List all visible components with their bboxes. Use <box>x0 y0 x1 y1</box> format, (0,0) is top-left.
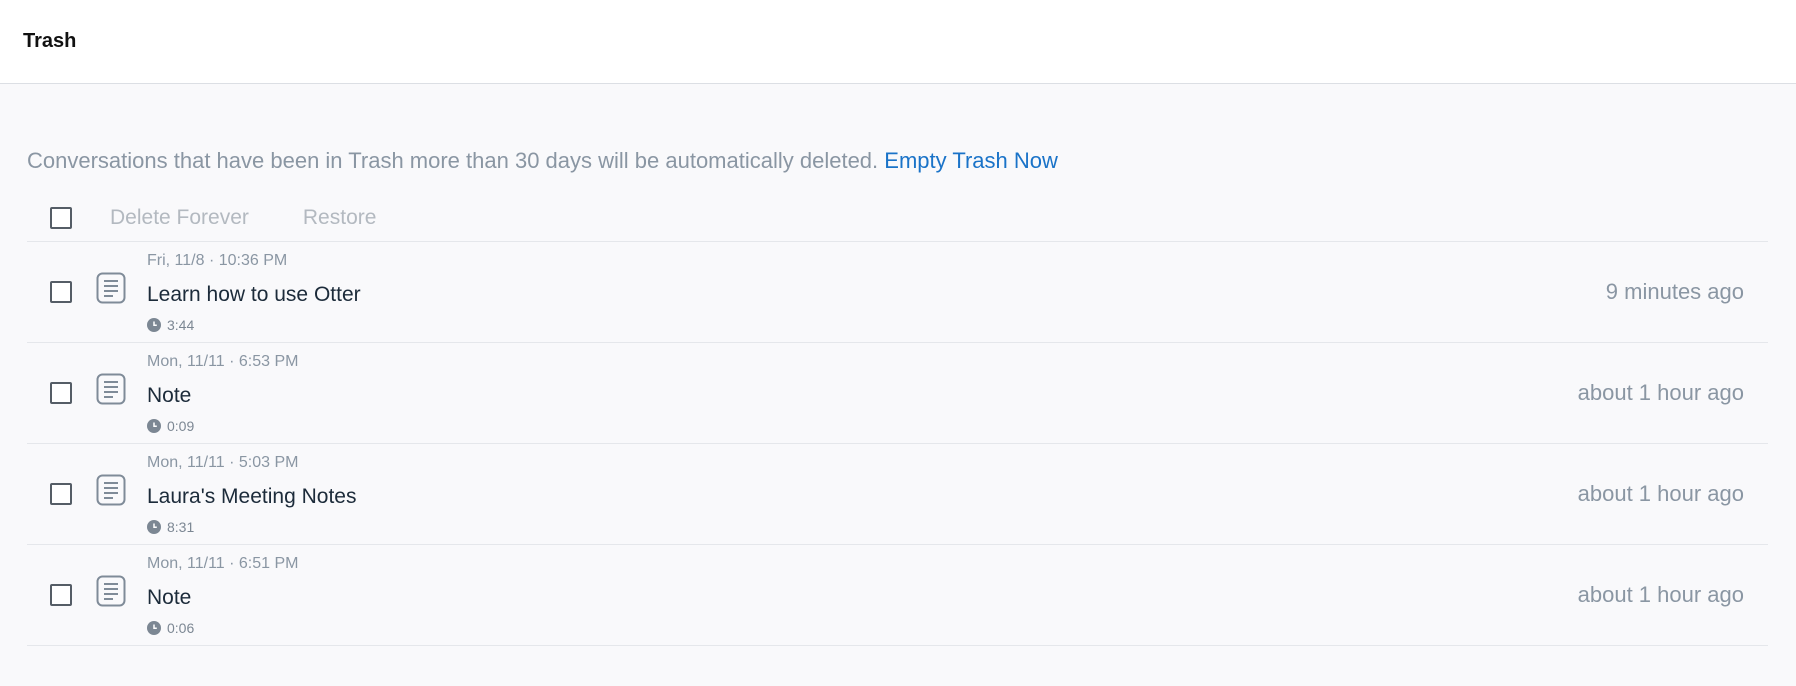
document-icon <box>96 373 126 405</box>
top-bar: Trash <box>0 0 1796 84</box>
duration-text: 0:06 <box>167 619 195 636</box>
item-checkbox[interactable] <box>50 382 72 404</box>
restore-button[interactable]: Restore <box>303 206 377 230</box>
document-icon <box>96 272 126 304</box>
document-icon <box>96 474 126 506</box>
item-info: Fri, 11/8 · 10:36 PM Learn how to use Ot… <box>147 251 361 334</box>
item-date: Fri, 11/8 · 10:36 PM <box>147 251 288 269</box>
select-all-checkbox[interactable] <box>50 206 72 229</box>
item-info: Mon, 11/11 · 6:51 PM Note 0:06 <box>147 554 298 637</box>
bulk-action-toolbar: Delete Forever Restore <box>27 194 1768 242</box>
page-title: Trash <box>23 30 77 52</box>
duration-text: 3:44 <box>167 316 195 333</box>
item-title[interactable]: Learn how to use Otter <box>147 282 361 308</box>
trash-item[interactable]: Mon, 11/11 · 6:53 PM Note 0:09 about 1 h… <box>27 343 1768 444</box>
clock-icon <box>147 317 161 332</box>
deleted-time: 9 minutes ago <box>1605 279 1744 304</box>
trash-item[interactable]: Fri, 11/8 · 10:36 PM Learn how to use Ot… <box>27 242 1768 343</box>
clock-icon <box>147 418 161 433</box>
document-icon <box>96 575 126 607</box>
delete-forever-button[interactable]: Delete Forever <box>110 206 249 230</box>
item-title[interactable]: Note <box>147 383 298 409</box>
deleted-time: about 1 hour ago <box>1577 380 1744 405</box>
trash-item[interactable]: Mon, 11/11 · 6:51 PM Note 0:06 about 1 h… <box>27 545 1768 646</box>
item-checkbox[interactable] <box>50 584 72 606</box>
item-checkbox[interactable] <box>50 281 72 303</box>
trash-item[interactable]: Mon, 11/11 · 5:03 PM Laura's Meeting Not… <box>27 444 1768 545</box>
item-checkbox[interactable] <box>50 483 72 505</box>
auto-delete-notice: Conversations that have been in Trash mo… <box>27 146 1768 176</box>
item-date: Mon, 11/11 · 5:03 PM <box>147 453 299 471</box>
item-title[interactable]: Note <box>147 585 298 611</box>
item-duration: 0:06 <box>147 619 298 637</box>
deleted-time: about 1 hour ago <box>1577 582 1744 607</box>
item-date: Mon, 11/11 · 6:51 PM <box>147 554 299 572</box>
duration-text: 8:31 <box>167 518 195 535</box>
item-date: Mon, 11/11 · 6:53 PM <box>147 352 299 370</box>
trash-list: Fri, 11/8 · 10:36 PM Learn how to use Ot… <box>27 242 1768 646</box>
item-duration: 0:09 <box>147 417 298 435</box>
empty-trash-link[interactable]: Empty Trash Now <box>884 148 1058 173</box>
item-duration: 8:31 <box>147 518 356 536</box>
item-title[interactable]: Laura's Meeting Notes <box>147 484 356 510</box>
clock-icon <box>147 620 161 635</box>
item-info: Mon, 11/11 · 5:03 PM Laura's Meeting Not… <box>147 453 356 536</box>
notice-text: Conversations that have been in Trash mo… <box>27 148 885 173</box>
deleted-time: about 1 hour ago <box>1577 481 1744 506</box>
clock-icon <box>147 519 161 534</box>
item-duration: 3:44 <box>147 316 361 334</box>
item-info: Mon, 11/11 · 6:53 PM Note 0:09 <box>147 352 298 435</box>
duration-text: 0:09 <box>167 417 195 434</box>
trash-content: Conversations that have been in Trash mo… <box>0 146 1796 646</box>
